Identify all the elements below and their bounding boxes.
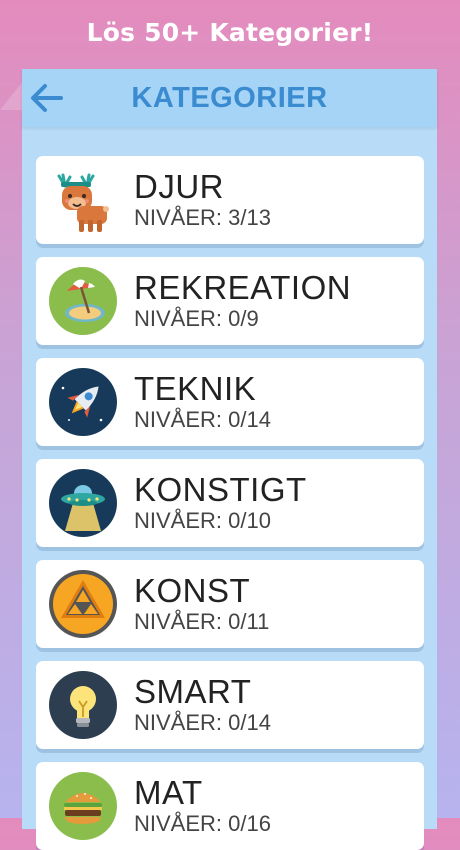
category-levels: NIVÅER: 0/14 xyxy=(134,407,271,432)
category-card-konstigt[interactable]: KONSTIGT NIVÅER: 0/10 xyxy=(36,459,424,547)
category-levels: NIVÅER: 0/11 xyxy=(134,609,270,634)
burger-icon xyxy=(49,772,117,840)
category-card-smart[interactable]: SMART NIVÅER: 0/14 xyxy=(36,661,424,749)
category-name: SMART xyxy=(134,673,252,710)
rocket-icon xyxy=(49,368,117,436)
category-name: KONSTIGT xyxy=(134,471,307,508)
ufo-icon xyxy=(49,469,117,537)
triangle-art-icon xyxy=(49,570,117,638)
category-levels: NIVÅER: 0/10 xyxy=(134,508,271,533)
lightbulb-icon xyxy=(49,671,117,739)
category-name: DJUR xyxy=(134,168,224,205)
category-card-djur[interactable]: DJUR NIVÅER: 3/13 xyxy=(36,156,424,244)
category-levels: NIVÅER: 3/13 xyxy=(134,205,271,230)
category-name: TEKNIK xyxy=(134,370,257,407)
beach-umbrella-icon xyxy=(49,267,117,335)
category-card-mat[interactable]: MAT NIVÅER: 0/16 xyxy=(36,762,424,850)
category-levels: NIVÅER: 0/16 xyxy=(134,811,271,836)
category-name: REKREATION xyxy=(134,269,352,306)
category-name: KONST xyxy=(134,572,251,609)
decorative-shape xyxy=(0,80,24,110)
promo-banner: Lös 50+ Kategorier! xyxy=(0,0,460,64)
category-levels: NIVÅER: 0/14 xyxy=(134,710,271,735)
category-name: MAT xyxy=(134,774,203,811)
app-screen: KATEGORIER DJUR NIVÅER: 3/13 REKREATION … xyxy=(22,69,437,850)
reindeer-icon xyxy=(57,173,109,232)
page-title: KATEGORIER xyxy=(131,81,328,114)
category-card-rekreation[interactable]: REKREATION NIVÅER: 0/9 xyxy=(36,257,424,345)
category-card-teknik[interactable]: TEKNIK NIVÅER: 0/14 xyxy=(36,358,424,446)
promo-text: Lös 50+ Kategorier! xyxy=(86,17,374,47)
category-levels: NIVÅER: 0/9 xyxy=(134,306,259,331)
category-card-konst[interactable]: KONST NIVÅER: 0/11 xyxy=(36,560,424,648)
app-header: KATEGORIER xyxy=(22,69,437,127)
